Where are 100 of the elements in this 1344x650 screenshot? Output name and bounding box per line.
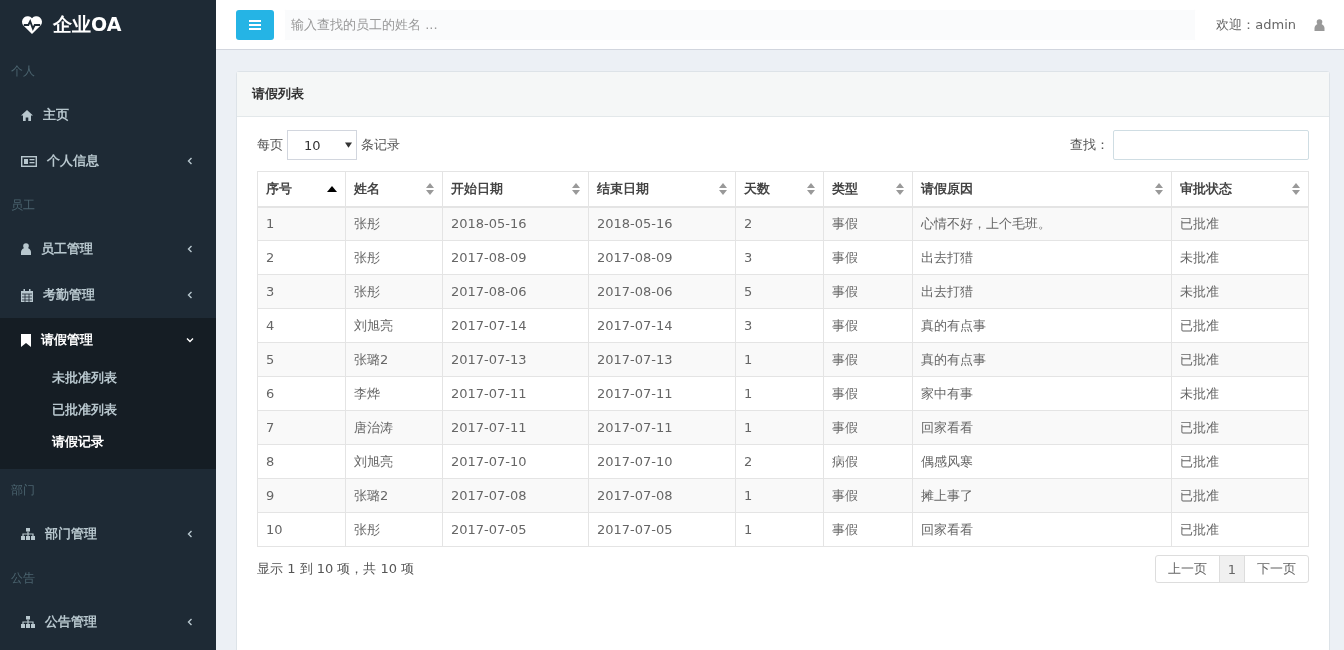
pagination-button[interactable]: 下一页 (1244, 556, 1308, 582)
table-cell: 2017-07-11 (442, 376, 589, 411)
sidebar-item[interactable]: 主页 (0, 92, 216, 138)
submenu-item[interactable]: 未批准列表 (0, 362, 216, 394)
table-cell: 已批准 (1171, 308, 1309, 343)
column-header[interactable]: 天数 (735, 171, 824, 207)
table-cell: 2017-07-05 (442, 512, 589, 547)
table-cell: 10 (257, 512, 346, 547)
table-cell: 未批准 (1171, 240, 1309, 275)
submenu-item[interactable]: 请假记录 (0, 426, 216, 458)
table-cell: 1 (735, 478, 824, 513)
table-cell: 2017-08-09 (442, 240, 589, 275)
menu-button[interactable] (236, 9, 274, 40)
length-suffix-label: 条记录 (361, 136, 400, 154)
table-cell: 事假 (823, 240, 913, 275)
table-cell: 刘旭亮 (345, 308, 443, 343)
user-icon[interactable] (1314, 18, 1325, 31)
column-header[interactable]: 类型 (823, 171, 913, 207)
table-cell: 已批准 (1171, 478, 1309, 513)
sidebar-item[interactable]: 员工管理 (0, 226, 216, 272)
table-cell: 2017-07-05 (588, 512, 736, 547)
user-icon (21, 243, 31, 255)
table-cell: 事假 (823, 410, 913, 445)
table-cell: 事假 (823, 342, 913, 377)
table-cell: 9 (257, 478, 346, 513)
table-cell: 7 (257, 410, 346, 445)
table-cell: 回家看看 (912, 512, 1172, 547)
table-cell: 已批准 (1171, 512, 1309, 547)
table-cell: 事假 (823, 512, 913, 547)
column-header[interactable]: 结束日期 (588, 171, 736, 207)
table-cell: 出去打猎 (912, 274, 1172, 309)
table-cell: 1 (735, 342, 824, 377)
table-cell: 2018-05-16 (588, 206, 736, 241)
table-cell: 刘旭亮 (345, 444, 443, 479)
column-header[interactable]: 请假原因 (912, 171, 1172, 207)
table-cell: 事假 (823, 308, 913, 343)
table-cell: 1 (257, 206, 346, 241)
table-cell: 2017-07-11 (588, 410, 736, 445)
panel-title: 请假列表 (252, 85, 304, 103)
table-cell: 真的有点事 (912, 308, 1172, 343)
sort-icon (896, 182, 904, 195)
table-cell: 2 (257, 240, 346, 275)
home-icon (21, 109, 33, 121)
sidebar-item[interactable]: 个人信息 (0, 138, 216, 184)
sort-icon (572, 182, 580, 195)
column-header[interactable]: 序号 (257, 171, 346, 207)
sort-icon (719, 182, 727, 195)
sidebar-item[interactable]: 公告管理 (0, 599, 216, 645)
table-cell: 2017-07-10 (442, 444, 589, 479)
table-cell: 2 (735, 206, 824, 241)
column-header[interactable]: 审批状态 (1171, 171, 1309, 207)
pagination-button[interactable]: 1 (1218, 556, 1244, 582)
table-cell: 2017-08-06 (588, 274, 736, 309)
table-cell: 3 (735, 308, 824, 343)
table-cell: 张彤 (345, 512, 443, 547)
table-cell: 事假 (823, 376, 913, 411)
table-cell: 事假 (823, 478, 913, 513)
calendar-icon (21, 288, 33, 302)
table-cell: 1 (735, 410, 824, 445)
chevron-left-icon (186, 245, 194, 253)
table-cell: 张璐2 (345, 342, 443, 377)
table-cell: 2017-07-14 (588, 308, 736, 343)
table-cell: 未批准 (1171, 274, 1309, 309)
sort-icon (426, 182, 434, 195)
table-cell: 8 (257, 444, 346, 479)
table-cell: 3 (257, 274, 346, 309)
table-cell: 家中有事 (912, 376, 1172, 411)
table-cell: 已批准 (1171, 342, 1309, 377)
sort-ascending-icon (327, 185, 337, 192)
table-cell: 5 (735, 274, 824, 309)
chevron-down-icon (186, 336, 194, 344)
table-search-field[interactable] (1113, 130, 1309, 160)
table-cell: 李烨 (345, 376, 443, 411)
sort-icon (807, 182, 815, 195)
app-logo[interactable]: 企业OA (53, 12, 122, 38)
table-cell: 2017-08-06 (442, 274, 589, 309)
sidebar-item[interactable]: 考勤管理 (0, 272, 216, 318)
table-cell: 张彤 (345, 274, 443, 309)
table-cell: 出去打猎 (912, 240, 1172, 275)
welcome-text: 欢迎：admin (1216, 15, 1296, 34)
table-cell: 唐治涛 (345, 410, 443, 445)
chevron-left-icon (186, 618, 194, 626)
sitemap-icon (21, 528, 35, 540)
table-cell: 回家看看 (912, 410, 1172, 445)
table-cell: 心情不好，上个毛班。 (912, 206, 1172, 241)
table-cell: 已批准 (1171, 410, 1309, 445)
page-size-select[interactable]: 10 (287, 130, 357, 160)
sort-icon (1155, 182, 1163, 195)
table-cell: 张彤 (345, 240, 443, 275)
column-header[interactable]: 姓名 (345, 171, 443, 207)
column-header[interactable]: 开始日期 (442, 171, 589, 207)
table-cell: 5 (257, 342, 346, 377)
table-cell: 未批准 (1171, 376, 1309, 411)
table-cell: 2017-07-13 (442, 342, 589, 377)
table-cell: 2018-05-16 (442, 206, 589, 241)
pagination-button[interactable]: 上一页 (1155, 556, 1219, 582)
sidebar-item[interactable]: 部门管理 (0, 511, 216, 557)
sidebar-item[interactable]: 请假管理 (0, 318, 216, 362)
submenu-item[interactable]: 已批准列表 (0, 394, 216, 426)
table-cell: 2017-07-14 (442, 308, 589, 343)
